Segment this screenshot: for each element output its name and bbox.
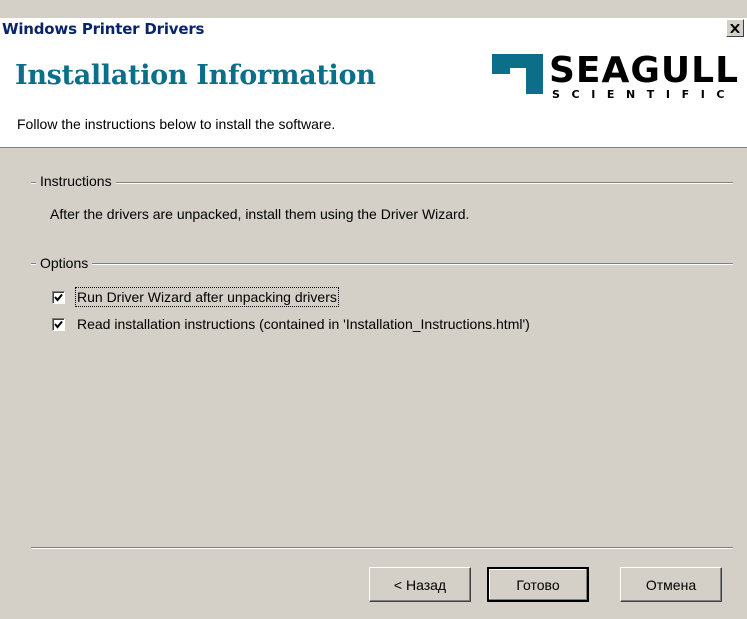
instructions-group-line xyxy=(31,182,733,184)
seagull-logo-icon xyxy=(492,54,543,94)
instructions-text: After the drivers are unpacked, install … xyxy=(50,206,470,222)
logo-subname: SCIENTIFIC xyxy=(552,88,737,101)
close-button[interactable] xyxy=(726,19,744,37)
checkmark-icon xyxy=(54,293,63,302)
cancel-button[interactable]: Отмена xyxy=(620,567,722,602)
back-button[interactable]: < Назад xyxy=(369,567,471,602)
run-driver-wizard-checkbox[interactable] xyxy=(52,290,65,304)
seagull-logo: SEAGULL SCIENTIFIC xyxy=(492,50,747,104)
instructions-group-label: Instructions xyxy=(36,173,116,189)
close-icon xyxy=(730,23,740,33)
checkmark-icon xyxy=(54,320,63,329)
logo-name: SEAGULL xyxy=(549,50,740,91)
footer-separator xyxy=(31,547,733,549)
finish-button[interactable]: Готово xyxy=(487,567,589,602)
run-driver-wizard-label[interactable]: Run Driver Wizard after unpacking driver… xyxy=(75,287,339,307)
installer-dialog: Windows Printer Drivers Installation Inf… xyxy=(0,0,747,619)
page-title: Installation Information xyxy=(15,60,376,91)
run-driver-wizard-option[interactable]: Run Driver Wizard after unpacking driver… xyxy=(52,287,339,307)
page-subtitle: Follow the instructions below to install… xyxy=(17,116,336,132)
read-instructions-label[interactable]: Read installation instructions (containe… xyxy=(77,316,530,332)
options-group-line xyxy=(31,263,733,265)
read-instructions-option[interactable]: Read installation instructions (containe… xyxy=(52,314,530,334)
header-panel: Installation Information Follow the inst… xyxy=(0,39,747,148)
read-instructions-checkbox[interactable] xyxy=(52,317,65,331)
options-group-label: Options xyxy=(36,255,93,271)
title-bar[interactable]: Windows Printer Drivers xyxy=(0,18,747,39)
window-title: Windows Printer Drivers xyxy=(2,20,205,38)
